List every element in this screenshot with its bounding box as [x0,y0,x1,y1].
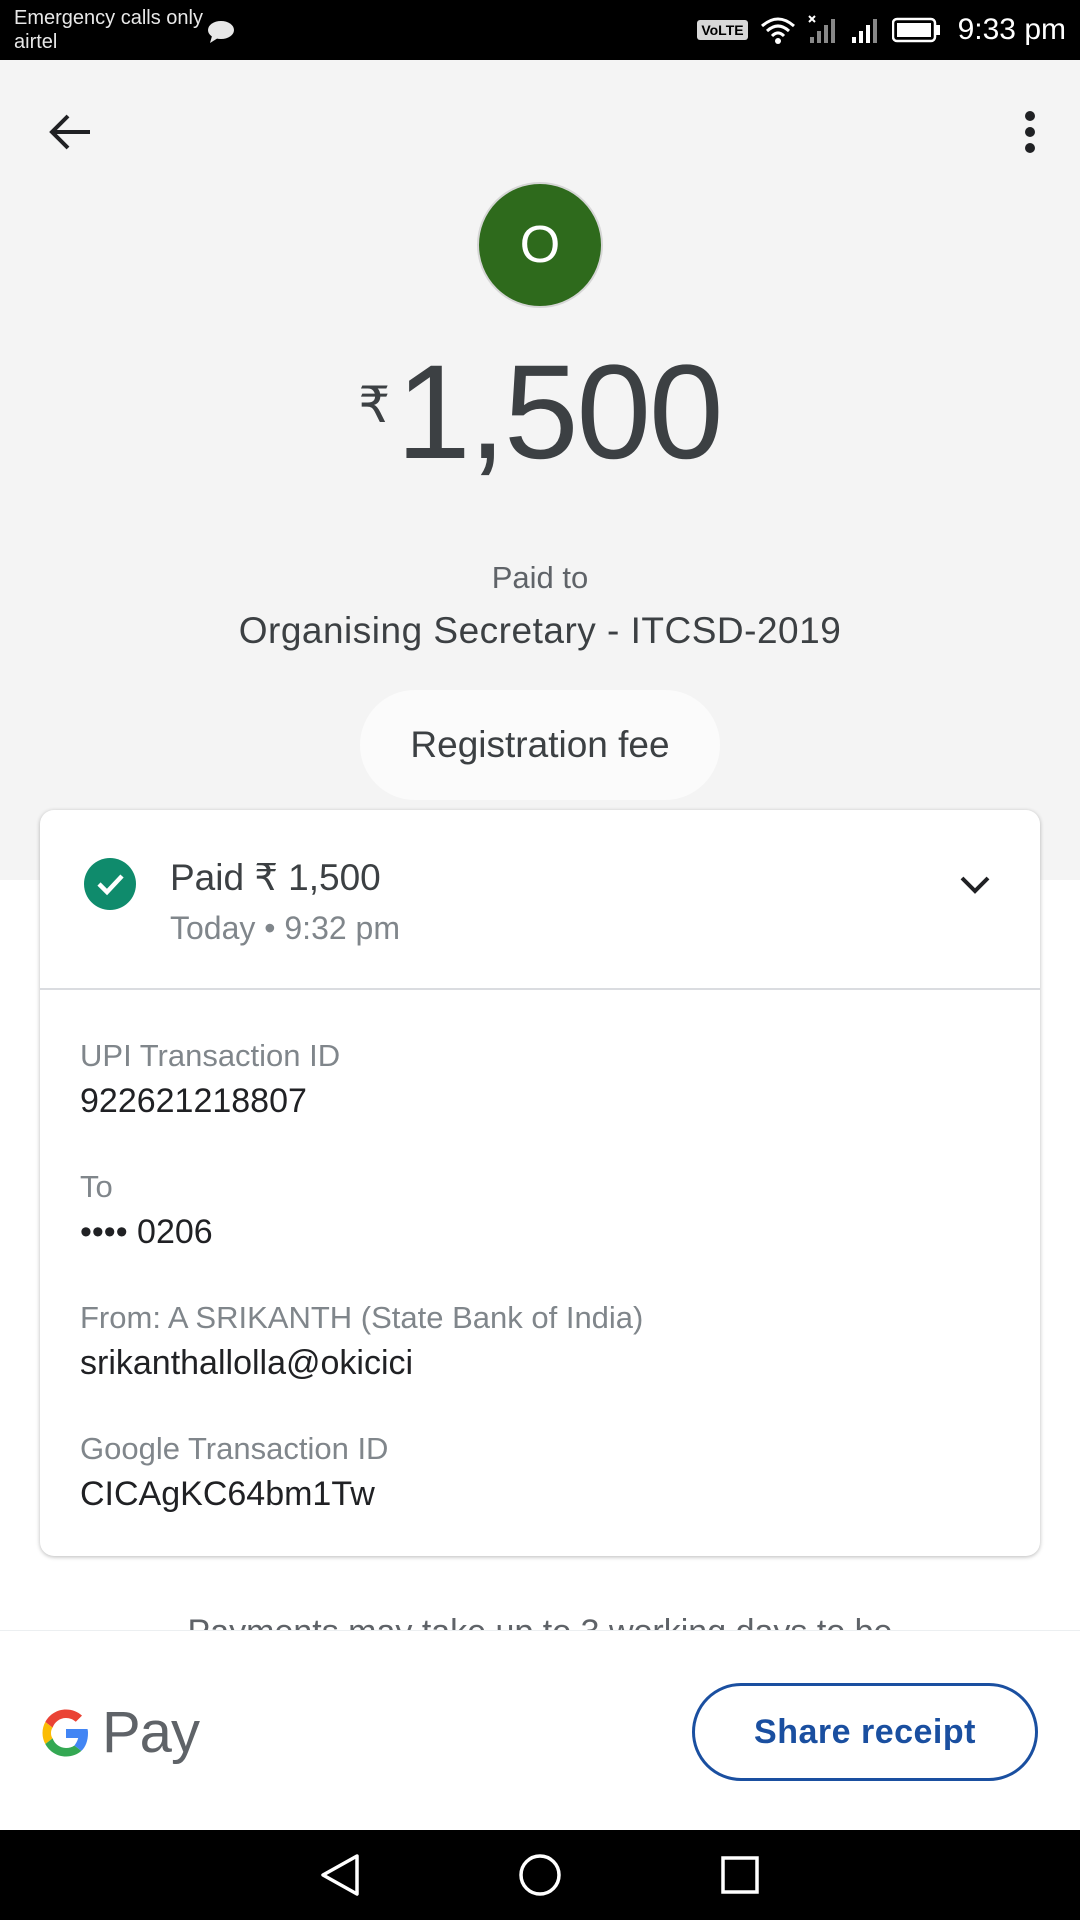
paid-to-label: Paid to [491,560,589,595]
to-account: To •••• 0206 [80,1167,213,1255]
system-nav-bar [0,1830,1080,1920]
signal-icon [851,19,877,43]
wifi-icon [760,17,795,44]
disclaimer-text: Payments may take up to 3 working days t… [0,1612,1080,1630]
currency-symbol: ₹ [358,377,391,433]
nav-home-icon [519,1854,561,1896]
detail-value: •••• 0206 [80,1213,213,1251]
battery-icon [891,17,940,43]
carrier-status-text: Emergency calls only [14,7,203,29]
detail-label: Google Transaction ID [80,1431,389,1466]
upi-transaction-id: UPI Transaction ID 922621218807 [80,1036,340,1124]
back-button[interactable] [38,100,102,164]
detail-label: UPI Transaction ID [80,1038,341,1073]
detail-label: To [80,1169,113,1204]
payment-note-chip: Registration fee [360,690,720,800]
more-options-button[interactable] [998,100,1062,164]
from-account: From: A SRIKANTH (State Bank of India) s… [80,1298,643,1386]
no-signal-icon [807,15,835,43]
status-icons: VoLTE 9:33 pm [697,10,1066,50]
google-g-icon [42,1709,88,1756]
amount-value: 1,500 [396,338,723,487]
carrier-info: Emergency calls only airtel [14,6,234,54]
payment-header: O ₹ 1,500 Paid to Organising Secretary -… [0,60,1080,880]
carrier-name: airtel [14,31,58,53]
paid-amount: Paid ₹ 1,500 [170,857,381,898]
payment-disclaimer: Payments may take up to 3 working days t… [0,1612,1080,1630]
volte-badge: VoLTE [697,20,748,40]
payee-name: Organising Secretary - ITCSD-2019 [238,610,842,651]
detail-label: From: A SRIKANTH (State Bank of India) [80,1300,644,1335]
google-transaction-id: Google Transaction ID CICAgKC64bm1Tw [80,1429,388,1517]
checkmark-icon [97,874,124,896]
nav-home-button[interactable] [510,1845,570,1905]
chevron-down-icon[interactable] [950,860,1000,910]
back-arrow-icon [49,114,90,150]
status-bar: Emergency calls only airtel VoLTE 9:33 p… [0,0,1080,60]
detail-value: CICAgKC64bm1Tw [80,1475,375,1513]
detail-value: srikanthallolla@okicici [80,1344,414,1382]
payment-amount: ₹ 1,500 [0,338,1080,488]
status-time: 9:33 pm [957,13,1066,46]
share-receipt-button[interactable]: Share receipt [692,1683,1038,1781]
payee-avatar: O [477,182,603,308]
transaction-time: Today • 9:32 pm [170,910,400,946]
transaction-summary[interactable]: Paid ₹ 1,500 Today • 9:32 pm [40,810,1040,990]
check-circle-icon [84,858,136,910]
more-vert-icon [1025,111,1035,153]
nav-recents-icon [721,1856,759,1894]
pay-logo-text: Pay [102,1700,200,1765]
transaction-card: Paid ₹ 1,500 Today • 9:32 pm UPI Transac… [40,810,1040,1556]
nav-recents-button[interactable] [710,1845,770,1905]
nav-back-icon [321,1854,359,1896]
google-pay-logo: Pay [40,1699,200,1766]
nav-back-button[interactable] [310,1845,370,1905]
bottom-action-bar: Pay Share receipt [0,1630,1080,1830]
detail-value: 922621218807 [80,1082,307,1120]
chat-bubble-icon [208,21,234,43]
